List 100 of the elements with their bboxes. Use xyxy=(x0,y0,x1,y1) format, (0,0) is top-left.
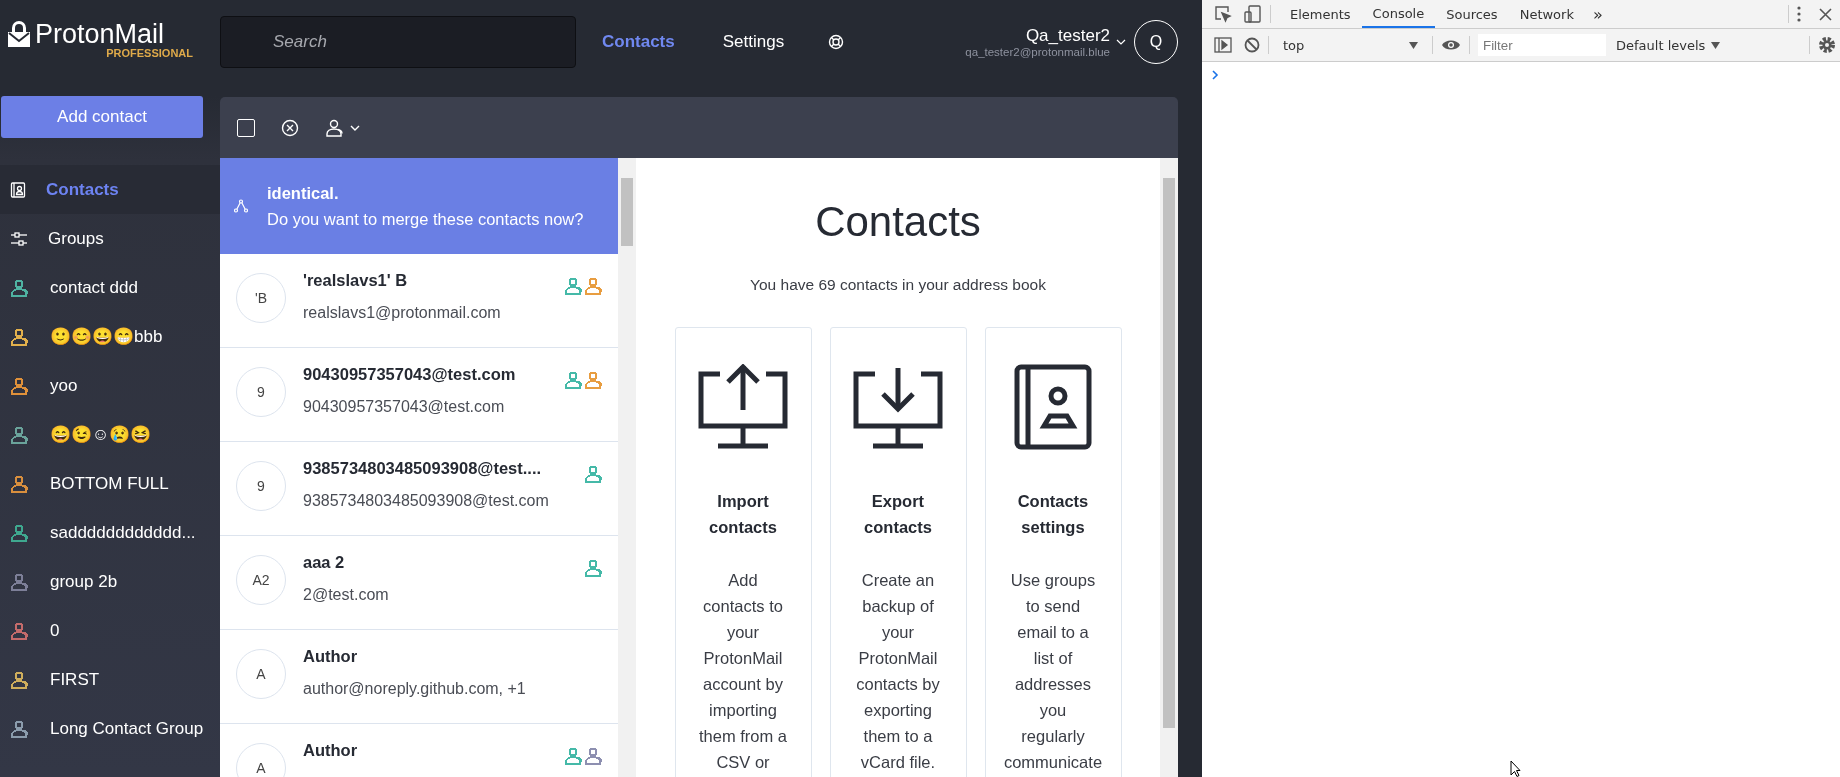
sliders-icon xyxy=(10,230,28,247)
close-icon[interactable] xyxy=(1819,7,1832,21)
card-text-line: ProtonMail xyxy=(858,648,938,669)
inspect-icon[interactable] xyxy=(1214,5,1232,23)
contact-name: 90430957357043@test.com xyxy=(303,365,517,384)
contact-avatar: 'B xyxy=(236,273,286,323)
scrollbar[interactable] xyxy=(1160,158,1178,777)
select-all-checkbox[interactable] xyxy=(237,118,255,137)
devtools-tab[interactable]: Network xyxy=(1508,0,1585,28)
panel-title: Contacts xyxy=(815,198,981,246)
sidebar-item[interactable]: contact ddd xyxy=(0,263,220,312)
banner-text: Do you want to merge these contacts now? xyxy=(267,209,584,230)
card-text-line: importing xyxy=(709,700,777,721)
address-book-icon xyxy=(1014,364,1092,450)
card-text-line: your xyxy=(726,622,760,643)
card-text-line: addresses xyxy=(1014,674,1092,695)
sidebar-toggle-icon[interactable] xyxy=(1214,37,1232,53)
action-card[interactable]: Import contacts Add contacts to your ProtonMail account by importing them from a CSV or xyxy=(674,327,812,777)
nav-link[interactable]: Contacts xyxy=(602,31,697,52)
card-text-line: CSV or xyxy=(716,752,770,773)
card-title: Export contacts xyxy=(863,491,933,538)
caret-icon xyxy=(1409,41,1418,49)
contact-name: Author xyxy=(303,647,359,666)
card-text-line: your xyxy=(881,622,915,643)
user-dropdown-icon[interactable] xyxy=(325,117,361,138)
merge-banner[interactable]: identical. Do you want to merge these contacts now? xyxy=(220,158,618,254)
address-book-icon xyxy=(10,181,26,198)
block-icon[interactable] xyxy=(1244,37,1260,53)
eye-icon[interactable] xyxy=(1441,39,1461,51)
contact-name: 'realslavs1' B xyxy=(303,271,409,290)
card-title: Import contacts xyxy=(708,491,778,538)
sidebar-item[interactable]: sadddddddddddd... xyxy=(0,508,220,557)
settings-icon[interactable] xyxy=(1818,36,1836,54)
add-contact-button[interactable]: Add contact xyxy=(1,96,203,138)
contact-avatar: 9 xyxy=(236,461,286,511)
sidebar-item[interactable]: FIRST xyxy=(0,655,220,704)
card-text-line: them to a xyxy=(863,726,933,747)
sidebar-item[interactable]: 0 xyxy=(0,606,220,655)
contact-email: 2@test.com xyxy=(303,586,390,604)
card-text-line: communicate xyxy=(1003,752,1103,773)
card-text-line: list of xyxy=(1033,648,1073,669)
sidebar-item[interactable]: Long Contact Group xyxy=(0,704,220,753)
levels-dropdown[interactable]: Default levels xyxy=(1616,37,1721,53)
action-card[interactable]: Export contacts Create an backup of your ProtonMail contacts by exporting them to a vCard file. xyxy=(829,327,967,777)
caret-icon[interactable] xyxy=(1116,38,1126,45)
user-name: Qa_tester2 xyxy=(1025,25,1110,46)
card-text-line: account by xyxy=(703,674,783,695)
sidebar-item[interactable]: Groups xyxy=(0,214,220,263)
prompt-icon[interactable] xyxy=(1212,70,1219,80)
card-text-line: backup of xyxy=(862,596,934,617)
sidebar-item[interactable]: BOTTOM FULL xyxy=(0,459,220,508)
card-text-line: regularly xyxy=(1021,726,1085,747)
card-text-line: Create an xyxy=(861,570,935,591)
devtools-tab[interactable]: Elements xyxy=(1279,0,1362,28)
monitor-upload-icon xyxy=(698,364,788,450)
card-title: Contacts settings xyxy=(1016,491,1090,538)
context-select[interactable]: top xyxy=(1277,37,1424,53)
nav-link[interactable]: Settings xyxy=(722,31,807,52)
sidebar-item[interactable]: yoo xyxy=(0,361,220,410)
user-email: qa_tester2@protonmail.blue xyxy=(965,45,1110,58)
card-text-line: exporting xyxy=(864,700,932,721)
card-text-line: ProtonMail xyxy=(703,648,783,669)
lock-logo-icon xyxy=(7,20,31,48)
contact-email: realslavs1@protonmail.com xyxy=(303,304,502,322)
contact-avatar: 9 xyxy=(236,367,286,417)
sidebar-item[interactable]: Contacts xyxy=(0,165,220,214)
sidebar-item[interactable]: group 2b xyxy=(0,557,220,606)
search-field[interactable]: Search xyxy=(220,15,576,68)
banner-title: identical. xyxy=(267,183,340,204)
sidebar-item[interactable]: 😄😉☺😢😆 xyxy=(0,410,220,459)
contact-name: Author xyxy=(303,741,359,760)
card-text-line: Use groups xyxy=(1010,570,1096,591)
card-text-line: to send xyxy=(1025,596,1081,617)
contact-email: 9385734803485093908@test.com xyxy=(303,492,550,510)
more-tabs[interactable]: » xyxy=(1592,4,1603,24)
contact-email: author@noreply.github.com, +1 xyxy=(303,680,527,698)
card-text-line: contacts to xyxy=(703,596,783,617)
devtools-tab[interactable]: Sources xyxy=(1435,0,1509,28)
filter-field[interactable]: Filter xyxy=(1478,34,1606,56)
panel-subtitle: You have 69 contacts in your address book xyxy=(750,276,1046,294)
merge-icon xyxy=(234,199,248,213)
scrollbar[interactable] xyxy=(618,158,636,777)
cancel-icon[interactable] xyxy=(281,118,299,137)
card-text-line: contacts by xyxy=(856,674,940,695)
caret-icon xyxy=(1711,41,1721,49)
lifebuoy-icon[interactable] xyxy=(828,33,845,50)
sidebar-item[interactable]: 🙂😊😀😁bbb xyxy=(0,312,220,361)
card-text-line: vCard file. xyxy=(860,752,936,773)
contact-name: 9385734803485093908@test.... xyxy=(303,459,543,478)
device-icon[interactable] xyxy=(1244,5,1262,23)
plan-label: PROFESSIONAL xyxy=(106,47,193,59)
card-text-line: you xyxy=(1039,700,1067,721)
card-text-line: them from a xyxy=(699,726,787,747)
contact-name: aaa 2 xyxy=(303,553,346,572)
card-text-line: Add xyxy=(728,570,758,591)
action-card[interactable]: Contacts settings Use groups to send email to a list of addresses you regularly communicate xyxy=(984,327,1122,777)
kebab-menu-icon[interactable] xyxy=(1797,6,1801,22)
card-text-line: email to a xyxy=(1017,622,1089,643)
contact-avatar: A xyxy=(236,649,286,699)
logo-text: ProtonMail xyxy=(35,18,165,49)
